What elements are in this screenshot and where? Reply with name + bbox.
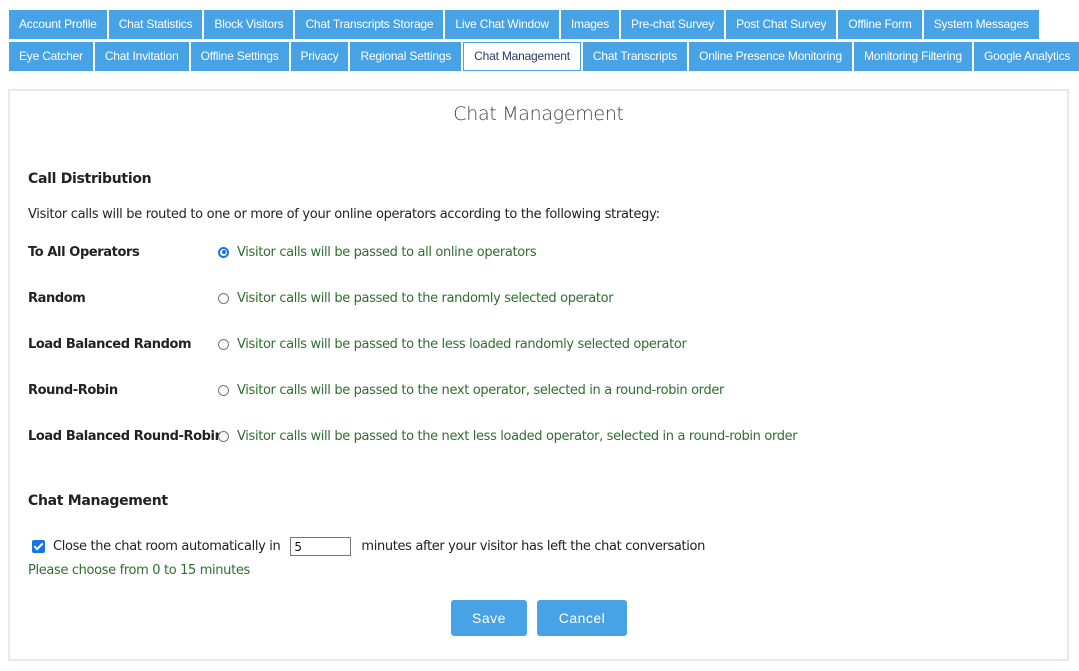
- tab-offline-settings[interactable]: Offline Settings: [190, 42, 289, 71]
- radio-load-balanced-round-robin[interactable]: [218, 430, 229, 442]
- option-random: Random Visitor calls will be passed to t…: [28, 288, 614, 308]
- tab-privacy[interactable]: Privacy: [290, 42, 349, 71]
- page-title: Chat Management: [453, 103, 624, 125]
- call-distribution-intro: Visitor calls will be routed to one or m…: [28, 207, 660, 222]
- tab-regional-settings[interactable]: Regional Settings: [350, 42, 462, 71]
- tab-block-visitors[interactable]: Block Visitors: [204, 10, 294, 39]
- option-description[interactable]: Visitor calls will be passed to the next…: [237, 429, 798, 444]
- tab-chat-management[interactable]: Chat Management: [463, 42, 581, 71]
- option-label: Load Balanced Random: [28, 336, 192, 352]
- save-button[interactable]: Save: [451, 600, 527, 636]
- option-description[interactable]: Visitor calls will be passed to the less…: [237, 337, 687, 352]
- tab-eye-catcher[interactable]: Eye Catcher: [9, 42, 93, 71]
- tab-chat-statistics[interactable]: Chat Statistics: [108, 10, 203, 39]
- chat-management-panel: Chat Management Call Distribution Visito…: [8, 89, 1069, 661]
- tab-monitoring-filtering[interactable]: Monitoring Filtering: [853, 42, 972, 71]
- tab-account-profile[interactable]: Account Profile: [9, 10, 107, 39]
- option-label: Load Balanced Round-Robin: [28, 428, 224, 444]
- tab-google-analytics[interactable]: Google Analytics: [974, 42, 1079, 71]
- option-load-balanced-random: Load Balanced Random Visitor calls will …: [28, 334, 687, 354]
- tab-system-messages[interactable]: System Messages: [923, 10, 1039, 39]
- option-label: Round-Robin: [28, 382, 118, 398]
- auto-close-label: Close the chat room automatically in: [53, 539, 281, 554]
- tab-chat-transcripts-storage[interactable]: Chat Transcripts Storage: [295, 10, 444, 39]
- radio-round-robin[interactable]: [218, 384, 229, 396]
- chat-management-heading: Chat Management: [28, 493, 168, 509]
- radio-load-balanced-random[interactable]: [218, 338, 229, 350]
- radio-random[interactable]: [218, 292, 229, 304]
- auto-close-label-after: minutes after your visitor has left the …: [361, 539, 706, 554]
- auto-close-checkbox[interactable]: [32, 540, 45, 553]
- minutes-helper-text: Please choose from 0 to 15 minutes: [28, 563, 250, 578]
- option-round-robin: Round-Robin Visitor calls will be passed…: [28, 380, 724, 400]
- tab-post-chat-survey[interactable]: Post Chat Survey: [726, 10, 837, 39]
- tab-row-2: Eye Catcher Chat Invitation Offline Sett…: [9, 42, 1079, 71]
- minutes-input[interactable]: [290, 537, 352, 556]
- tab-row-1: Account Profile Chat Statistics Block Vi…: [9, 10, 1079, 39]
- tab-live-chat-window[interactable]: Live Chat Window: [445, 10, 559, 39]
- radio-to-all-operators[interactable]: [218, 246, 229, 258]
- option-label: To All Operators: [28, 244, 140, 260]
- auto-close-row: Close the chat room automatically in min…: [32, 537, 705, 556]
- option-description[interactable]: Visitor calls will be passed to the next…: [237, 383, 724, 398]
- tab-offline-form[interactable]: Offline Form: [838, 10, 922, 39]
- option-description[interactable]: Visitor calls will be passed to the rand…: [237, 291, 614, 306]
- option-description[interactable]: Visitor calls will be passed to all onli…: [237, 245, 537, 260]
- settings-tabs: Account Profile Chat Statistics Block Vi…: [9, 10, 1079, 74]
- cancel-button[interactable]: Cancel: [537, 600, 627, 636]
- option-to-all-operators: To All Operators Visitor calls will be p…: [28, 242, 537, 262]
- tab-pre-chat-survey[interactable]: Pre-chat Survey: [621, 10, 725, 39]
- option-load-balanced-round-robin: Load Balanced Round-Robin Visitor calls …: [28, 426, 798, 446]
- tab-online-presence-monitoring[interactable]: Online Presence Monitoring: [689, 42, 852, 71]
- tab-images[interactable]: Images: [560, 10, 620, 39]
- option-label: Random: [28, 290, 86, 306]
- call-distribution-heading: Call Distribution: [28, 171, 152, 187]
- tab-chat-transcripts[interactable]: Chat Transcripts: [582, 42, 688, 71]
- tab-chat-invitation[interactable]: Chat Invitation: [94, 42, 189, 71]
